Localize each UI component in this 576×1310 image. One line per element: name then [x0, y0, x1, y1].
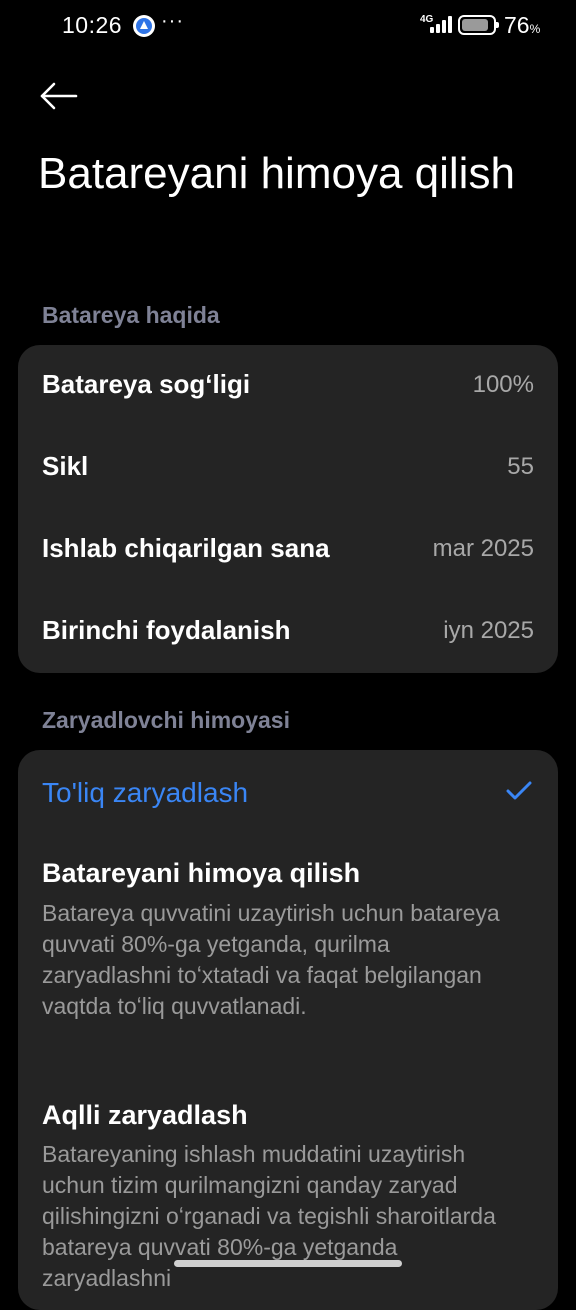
option-smart-charging-description: Batareyaning ishlash muddatini uzaytiris…	[42, 1141, 496, 1291]
section-header-battery-info: Batareya haqida	[42, 302, 220, 328]
page-title: Batareyani himoya qilish	[38, 149, 515, 198]
back-button[interactable]	[38, 78, 80, 114]
home-indicator[interactable]	[174, 1260, 402, 1267]
option-battery-protection[interactable]: Batareyani himoya qilish Batareya quvvat…	[18, 846, 558, 1056]
status-time: 10:26	[62, 12, 123, 38]
option-smart-charging-title: Aqlli zaryadlash	[42, 1100, 248, 1130]
manufacture-date-value: mar 2025	[432, 535, 534, 562]
battery-info-card: Batareya sog‘ligi 100% Sikl 55 Ishlab ch…	[18, 345, 558, 673]
more-notifications-icon: ···	[161, 10, 184, 32]
status-bar: 10:26 ··· 4G 76%	[0, 0, 576, 52]
battery-health-row: Batareya sog‘ligi 100%	[18, 345, 558, 427]
section-header-charger-protection: Zaryadlovchi himoyasi	[42, 707, 290, 733]
option-smart-charging[interactable]: Aqlli zaryadlash Batareyaning ishlash mu…	[18, 1088, 558, 1310]
battery-health-value: 100%	[472, 371, 534, 398]
option-full-charge-title: To'liq zaryadlash	[42, 777, 249, 808]
checkmark-icon	[506, 781, 532, 800]
battery-level: 76%	[504, 12, 541, 38]
option-full-charge[interactable]: To'liq zaryadlash	[18, 750, 558, 838]
first-use-label: Birinchi foydalanish	[42, 615, 291, 645]
cycle-count-value: 55	[507, 453, 534, 480]
option-battery-protection-title: Batareyani himoya qilish	[42, 858, 361, 888]
charger-protection-card: To'liq zaryadlash Batareyani himoya qili…	[18, 750, 558, 1310]
battery-health-label: Batareya sog‘ligi	[42, 369, 251, 399]
app-notification-icon	[133, 15, 155, 37]
cycle-count-label: Sikl	[42, 451, 89, 481]
battery-icon	[458, 15, 499, 35]
first-use-row: Birinchi foydalanish iyn 2025	[18, 591, 558, 673]
manufacture-date-row: Ishlab chiqarilgan sana mar 2025	[18, 509, 558, 591]
signal-icon	[428, 16, 452, 33]
first-use-value: iyn 2025	[443, 617, 534, 644]
cycle-count-row: Sikl 55	[18, 427, 558, 509]
manufacture-date-label: Ishlab chiqarilgan sana	[42, 533, 330, 563]
back-arrow-icon	[40, 82, 78, 110]
option-battery-protection-description: Batareya quvvatini uzaytirish uchun bata…	[42, 900, 500, 1019]
